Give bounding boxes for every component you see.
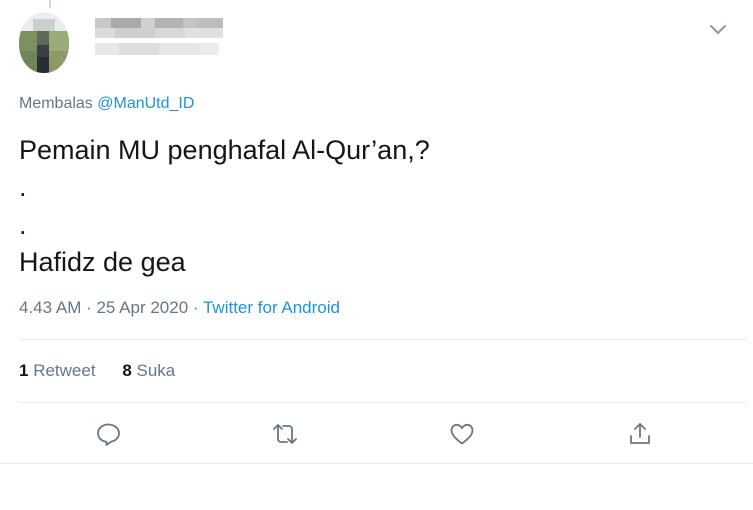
- tweet-text-line: .: [19, 210, 27, 240]
- like-count[interactable]: 8 Suka: [122, 361, 175, 381]
- share-button[interactable]: [626, 420, 654, 448]
- tweet-text-line: .: [19, 172, 27, 202]
- reply-prefix: Membalas: [19, 95, 98, 112]
- reply-icon: [97, 423, 120, 446]
- like-count-value: 8: [122, 361, 132, 380]
- like-button[interactable]: [448, 420, 476, 448]
- tweet-text-line: Hafidz de gea: [19, 247, 186, 277]
- reply-context: Membalas @ManUtd_ID: [19, 95, 194, 113]
- timestamp[interactable]: 4.43 AM · 25 Apr 2020 ·: [19, 298, 203, 317]
- tweet-text-line: Pemain MU penghafal Al-Qur’an,?: [19, 135, 430, 165]
- divider: [0, 463, 753, 464]
- retweet-count[interactable]: 1 Retweet: [19, 361, 96, 381]
- source-link[interactable]: Twitter for Android: [203, 298, 340, 317]
- reply-handle-link[interactable]: @ManUtd_ID: [97, 95, 194, 112]
- share-icon: [630, 423, 650, 444]
- reply-button[interactable]: [94, 420, 122, 448]
- retweet-count-label: Retweet: [33, 361, 96, 380]
- thread-connector-line: [49, 0, 51, 8]
- divider: [19, 402, 747, 403]
- divider: [19, 339, 747, 340]
- retweet-button[interactable]: [271, 420, 299, 448]
- chevron-down-icon[interactable]: [707, 18, 729, 40]
- avatar[interactable]: [19, 13, 69, 73]
- tweet-metadata: 4.43 AM · 25 Apr 2020 · Twitter for Andr…: [19, 298, 340, 318]
- display-name-blurred[interactable]: [95, 15, 235, 70]
- tweet-stats: 1 Retweet 8 Suka: [19, 361, 197, 381]
- like-count-label: Suka: [136, 361, 176, 380]
- like-icon: [450, 423, 474, 445]
- retweet-icon: [273, 424, 297, 444]
- retweet-count-value: 1: [19, 361, 29, 380]
